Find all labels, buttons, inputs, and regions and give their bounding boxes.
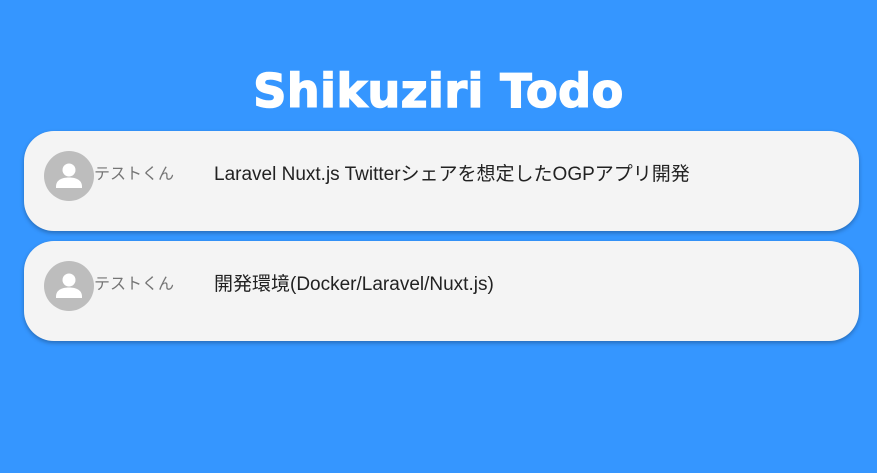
avatar [44, 261, 94, 311]
person-icon [56, 273, 82, 298]
todo-user-name: テストくん [94, 274, 175, 293]
todo-card[interactable]: テストくん 開発環境(Docker/Laravel/Nuxt.js) [24, 241, 859, 341]
todo-user-name: テストくん [94, 164, 175, 183]
avatar [44, 151, 94, 201]
todo-text: Laravel Nuxt.js Twitterシェアを想定したOGPアプリ開発 [214, 164, 690, 185]
app-title: Shikuziri Todo [253, 63, 624, 119]
todo-text: 開発環境(Docker/Laravel/Nuxt.js) [214, 274, 494, 295]
person-icon [56, 163, 82, 188]
todo-card[interactable]: テストくん Laravel Nuxt.js Twitterシェアを想定したOGP… [24, 131, 859, 231]
